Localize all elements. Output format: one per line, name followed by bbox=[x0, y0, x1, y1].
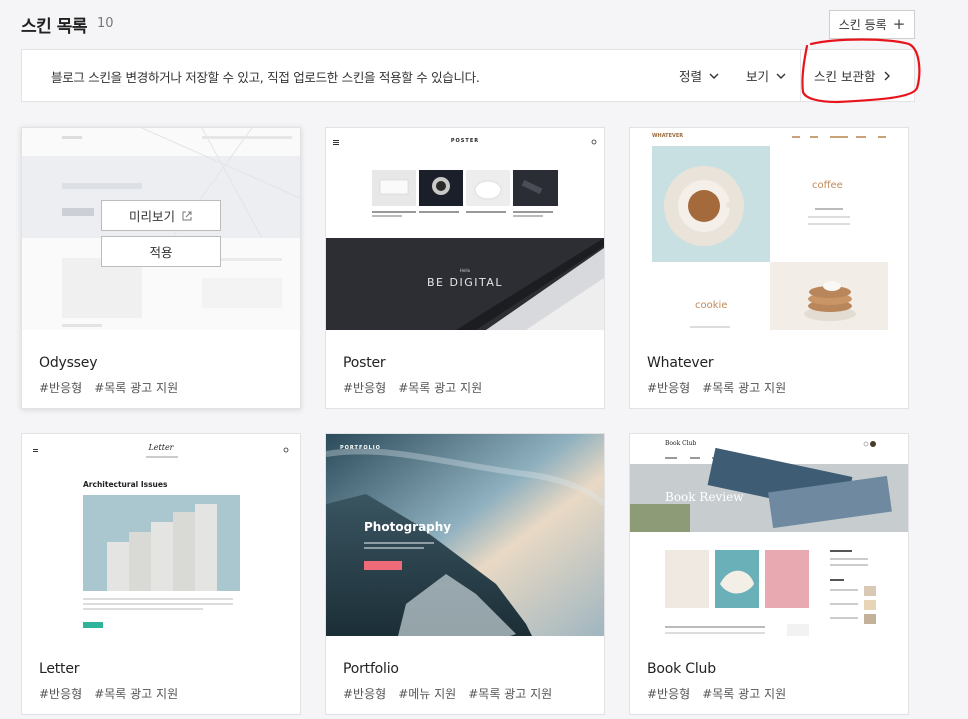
portfolio-logo: PORTFOLIO bbox=[340, 445, 381, 451]
poster-banner-text: BE DIGITAL bbox=[427, 276, 503, 289]
skin-tag: #목록 광고 지원 bbox=[398, 381, 483, 395]
view-label: 보기 bbox=[746, 69, 770, 84]
sort-label: 정렬 bbox=[679, 69, 703, 84]
bar-divider bbox=[800, 50, 801, 101]
chevron-down-icon bbox=[776, 73, 786, 79]
skin-tag: #반응형 bbox=[39, 687, 83, 701]
skin-tag: #반응형 bbox=[343, 381, 387, 395]
skin-card-letter[interactable]: Letter Architectural Issues Letter #반응형 … bbox=[21, 433, 301, 715]
chevron-right-icon bbox=[884, 71, 891, 80]
poster-banner-sub: Hello bbox=[459, 268, 471, 273]
whatever-cookie: cookie bbox=[695, 300, 728, 311]
letter-headline: Architectural Issues bbox=[83, 480, 168, 489]
skin-thumbnail: PORTFOLIO Photography bbox=[326, 434, 604, 636]
register-skin-label: 스킨 등록 bbox=[838, 18, 887, 32]
whatever-thumbnail-art bbox=[630, 128, 908, 330]
skin-thumbnail: WHATEVER coffee cookie bbox=[630, 128, 908, 330]
skin-tag: #메뉴 지원 bbox=[398, 687, 457, 701]
skin-card-book-club[interactable]: Book Club Book Review Book Club #반응형 #목록… bbox=[629, 433, 909, 715]
skin-name: Portfolio bbox=[343, 661, 399, 677]
book-club-banner: Book Review bbox=[665, 490, 744, 504]
external-link-icon bbox=[182, 211, 192, 220]
skin-thumbnail: Book Club Book Review bbox=[630, 434, 908, 636]
skin-tags: #반응형 #메뉴 지원 #목록 광고 지원 bbox=[343, 685, 552, 702]
skin-tags: #반응형 #목록 광고 지원 bbox=[39, 379, 178, 396]
skin-thumbnail: 미리보기 적용 bbox=[22, 128, 300, 330]
info-bar: 블로그 스킨을 변경하거나 저장할 수 있고, 직접 업로드한 스킨을 적용할 … bbox=[21, 49, 915, 102]
skin-thumbnail: Letter Architectural Issues bbox=[22, 434, 300, 636]
portfolio-thumbnail-art bbox=[326, 434, 604, 636]
sort-dropdown[interactable]: 정렬 bbox=[679, 66, 720, 85]
skin-tag: #반응형 bbox=[39, 381, 83, 395]
letter-logo: Letter bbox=[148, 443, 174, 452]
skin-card-whatever[interactable]: WHATEVER coffee cookie Whatever #반응형 #목록… bbox=[629, 127, 909, 409]
register-skin-button[interactable]: 스킨 등록 + bbox=[829, 10, 915, 39]
skin-tag: #목록 광고 지원 bbox=[702, 687, 787, 701]
skin-tag: #목록 광고 지원 bbox=[94, 687, 179, 701]
skin-tags: #반응형 #목록 광고 지원 bbox=[343, 379, 482, 396]
skin-thumbnail: POSTER Hello BE DIGITAL bbox=[326, 128, 604, 330]
view-dropdown[interactable]: 보기 bbox=[746, 66, 787, 85]
storage-label: 스킨 보관함 bbox=[814, 69, 876, 84]
book-club-thumbnail-art bbox=[630, 434, 908, 636]
poster-title: POSTER bbox=[450, 138, 480, 144]
preview-button[interactable]: 미리보기 bbox=[101, 200, 221, 231]
skin-card-portfolio[interactable]: PORTFOLIO Photography Portfolio #반응형 #메뉴… bbox=[325, 433, 605, 715]
skin-count: 10 bbox=[97, 16, 114, 31]
apply-label: 적용 bbox=[149, 245, 173, 260]
skin-card-odyssey[interactable]: 미리보기 적용 Odyssey #반응형 #목록 광고 지원 bbox=[21, 127, 301, 409]
skin-storage-link[interactable]: 스킨 보관함 bbox=[814, 66, 893, 85]
chevron-down-icon bbox=[709, 73, 719, 79]
skin-name: Poster bbox=[343, 355, 386, 371]
book-club-logo: Book Club bbox=[665, 440, 697, 447]
skin-tag: #목록 광고 지원 bbox=[94, 381, 179, 395]
whatever-logo: WHATEVER bbox=[652, 133, 684, 139]
apply-button[interactable]: 적용 bbox=[101, 236, 221, 267]
skin-name: Book Club bbox=[647, 661, 716, 677]
whatever-coffee: coffee bbox=[812, 180, 843, 191]
page-title: 스킨 목록 bbox=[21, 17, 87, 37]
info-description: 블로그 스킨을 변경하거나 저장할 수 있고, 직접 업로드한 스킨을 적용할 … bbox=[51, 70, 480, 85]
letter-thumbnail-art bbox=[22, 434, 300, 636]
skin-tag: #목록 광고 지원 bbox=[702, 381, 787, 395]
page-header: 스킨 목록 10 스킨 등록 + bbox=[21, 10, 915, 40]
plus-icon: + bbox=[892, 15, 906, 33]
skin-card-poster[interactable]: POSTER Hello BE DIGITAL Poster #반응형 #목록 … bbox=[325, 127, 605, 409]
skin-name: Odyssey bbox=[39, 355, 98, 371]
skin-tags: #반응형 #목록 광고 지원 bbox=[647, 685, 786, 702]
skin-tag: #반응형 bbox=[647, 381, 691, 395]
poster-thumbnail-art bbox=[326, 128, 604, 330]
preview-label: 미리보기 bbox=[128, 209, 175, 224]
skin-tag: #반응형 bbox=[343, 687, 387, 701]
skin-name: Whatever bbox=[647, 355, 714, 371]
skin-tag: #반응형 bbox=[647, 687, 691, 701]
portfolio-headline: Photography bbox=[364, 520, 452, 534]
skin-name: Letter bbox=[39, 661, 80, 677]
skin-tags: #반응형 #목록 광고 지원 bbox=[39, 685, 178, 702]
skin-tags: #반응형 #목록 광고 지원 bbox=[647, 379, 786, 396]
skin-tag: #목록 광고 지원 bbox=[468, 687, 553, 701]
